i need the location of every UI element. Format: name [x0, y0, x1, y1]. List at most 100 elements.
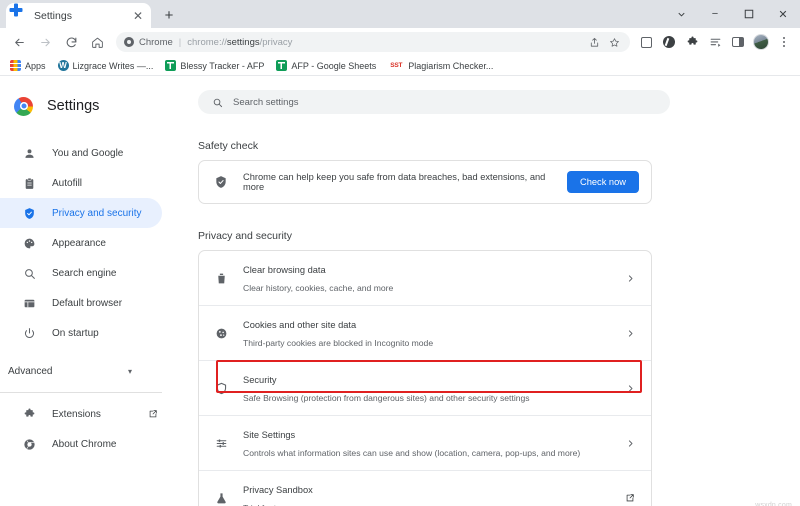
search-placeholder: Search settings	[233, 96, 299, 108]
url-emphasis: settings	[226, 36, 260, 48]
chevron-right-icon[interactable]	[626, 384, 639, 393]
home-icon[interactable]	[84, 29, 110, 55]
three-dot-menu-icon[interactable]	[774, 32, 794, 52]
external-link-icon[interactable]	[148, 409, 162, 419]
tab-strip: Settings ✕ + − ✕	[0, 0, 800, 28]
wordpress-icon: W	[57, 60, 69, 71]
omnibox-url: chrome://settings/privacy	[187, 37, 292, 48]
tab-search-chevron-down-icon[interactable]	[664, 0, 698, 28]
sidebar-item-autofill[interactable]: Autofill	[0, 168, 162, 198]
sidebar-item-extensions[interactable]: Extensions	[0, 399, 162, 429]
sidebar-item-label: Appearance	[52, 237, 106, 249]
watermark: wsxdn.com	[755, 502, 792, 506]
privacy-settings-card: Clear browsing data Clear history, cooki…	[198, 250, 652, 506]
flask-icon	[213, 492, 229, 505]
search-icon	[212, 97, 223, 108]
bookmark-lizgrace-writes[interactable]: W Lizgrace Writes —...	[57, 60, 153, 71]
row-title: Clear browsing data	[243, 265, 326, 275]
sidebar-item-search-engine[interactable]: Search engine	[0, 258, 162, 288]
omnibox-separator: |	[178, 36, 182, 48]
shield-icon	[213, 382, 229, 395]
safety-check-message: Chrome can help keep you safe from data …	[243, 172, 546, 192]
row-site-settings[interactable]: Site Settings Controls what information …	[199, 415, 651, 470]
chevron-down-icon: ▾	[127, 366, 132, 376]
sidebar-nav: You and Google Autofill Privacy and secu…	[0, 138, 180, 459]
sidebar-item-about-chrome[interactable]: About Chrome	[0, 429, 162, 459]
sidebar-item-label: Default browser	[52, 297, 123, 309]
bookmark-label: Blessy Tracker - AFP	[180, 60, 265, 71]
sidebar-item-label: You and Google	[52, 147, 124, 159]
sidebar-item-default-browser[interactable]: Default browser	[0, 288, 162, 318]
window-controls: − ✕	[664, 0, 800, 28]
settings-page: Settings You and Google Autofill Privacy…	[0, 76, 800, 506]
row-title: Security	[243, 375, 277, 385]
row-security[interactable]: Security Safe Browsing (protection from …	[199, 360, 651, 415]
row-title: Privacy Sandbox	[243, 485, 313, 495]
person-icon	[22, 146, 36, 160]
bookmark-blessy-tracker[interactable]: Blessy Tracker - AFP	[165, 60, 264, 71]
address-bar[interactable]: Chrome | chrome://settings/privacy	[116, 32, 630, 52]
chrome-circle-icon	[22, 437, 36, 451]
settings-sidebar: Settings You and Google Autofill Privacy…	[0, 76, 180, 506]
settings-gear-icon	[16, 10, 27, 21]
shield-filled-icon	[213, 175, 229, 189]
chrome-logo-icon	[14, 96, 33, 116]
star-icon[interactable]	[609, 37, 620, 48]
shield-icon	[22, 206, 36, 220]
avatar[interactable]	[751, 32, 771, 52]
bookmark-plagiarism-checker[interactable]: SST Plagiarism Checker...	[388, 61, 493, 71]
chevron-right-icon[interactable]	[626, 329, 639, 338]
search-icon	[22, 266, 36, 280]
toolbar-extension-icons	[636, 32, 794, 52]
browser-tab-settings[interactable]: Settings ✕	[6, 3, 151, 28]
sidebar-item-advanced[interactable]: Advanced ▾	[0, 356, 162, 386]
extensions-puzzle-icon[interactable]	[682, 32, 702, 52]
sidebar-item-label: Search engine	[52, 267, 117, 279]
chevron-right-icon[interactable]	[626, 439, 639, 448]
bookmark-label: AFP - Google Sheets	[291, 60, 377, 71]
close-icon[interactable]: ✕	[133, 10, 143, 22]
sidebar-item-appearance[interactable]: Appearance	[0, 228, 162, 258]
screenshot-icon[interactable]	[636, 32, 656, 52]
row-cookies-and-other-site-data[interactable]: Cookies and other site data Third-party …	[199, 305, 651, 360]
tune-sliders-icon	[213, 437, 229, 450]
reload-icon[interactable]	[58, 29, 84, 55]
sidebar-item-privacy-and-security[interactable]: Privacy and security	[0, 198, 162, 228]
chevron-right-icon[interactable]	[626, 274, 639, 283]
search-input[interactable]: Search settings	[198, 90, 670, 114]
forward-icon[interactable]	[32, 29, 58, 55]
sidebar-item-you-and-google[interactable]: You and Google	[0, 138, 162, 168]
browser-window-icon	[22, 296, 36, 310]
check-now-button[interactable]: Check now	[567, 171, 639, 193]
bookmarks-bar: Apps W Lizgrace Writes —... Blessy Track…	[0, 56, 800, 76]
puzzle-icon	[22, 407, 36, 421]
side-panel-icon[interactable]	[728, 32, 748, 52]
sidebar-item-label: Autofill	[52, 177, 83, 189]
row-subtitle: Clear history, cookies, cache, and more	[243, 283, 394, 293]
trash-icon	[213, 272, 229, 285]
bookmark-afp-google-sheets[interactable]: AFP - Google Sheets	[276, 60, 376, 71]
tab-title: Settings	[34, 9, 72, 22]
bookmark-label: Apps	[25, 60, 46, 71]
browser-toolbar: Chrome | chrome://settings/privacy	[0, 28, 800, 56]
external-link-icon[interactable]	[625, 493, 639, 503]
extension-circle-icon[interactable]	[659, 32, 679, 52]
share-icon[interactable]	[589, 37, 600, 48]
close-button[interactable]: ✕	[766, 0, 800, 28]
new-tab-button[interactable]: +	[160, 6, 178, 24]
row-privacy-sandbox[interactable]: Privacy Sandbox Trial features are on	[199, 470, 651, 506]
sidebar-item-label: Privacy and security	[52, 207, 142, 219]
page-title: Settings	[47, 98, 100, 114]
reading-list-icon[interactable]	[705, 32, 725, 52]
sidebar-item-on-startup[interactable]: On startup	[0, 318, 162, 348]
minimize-button[interactable]: −	[698, 0, 732, 28]
google-sheets-icon	[276, 60, 288, 71]
maximize-button[interactable]	[732, 0, 766, 28]
sidebar-item-label: On startup	[52, 327, 99, 339]
google-sheets-icon	[165, 60, 177, 71]
bookmark-apps[interactable]: Apps	[10, 60, 46, 71]
back-icon[interactable]	[6, 29, 32, 55]
row-clear-browsing-data[interactable]: Clear browsing data Clear history, cooki…	[199, 251, 651, 305]
sidebar-item-label: About Chrome	[52, 438, 117, 450]
url-prefix: chrome://	[187, 36, 227, 48]
